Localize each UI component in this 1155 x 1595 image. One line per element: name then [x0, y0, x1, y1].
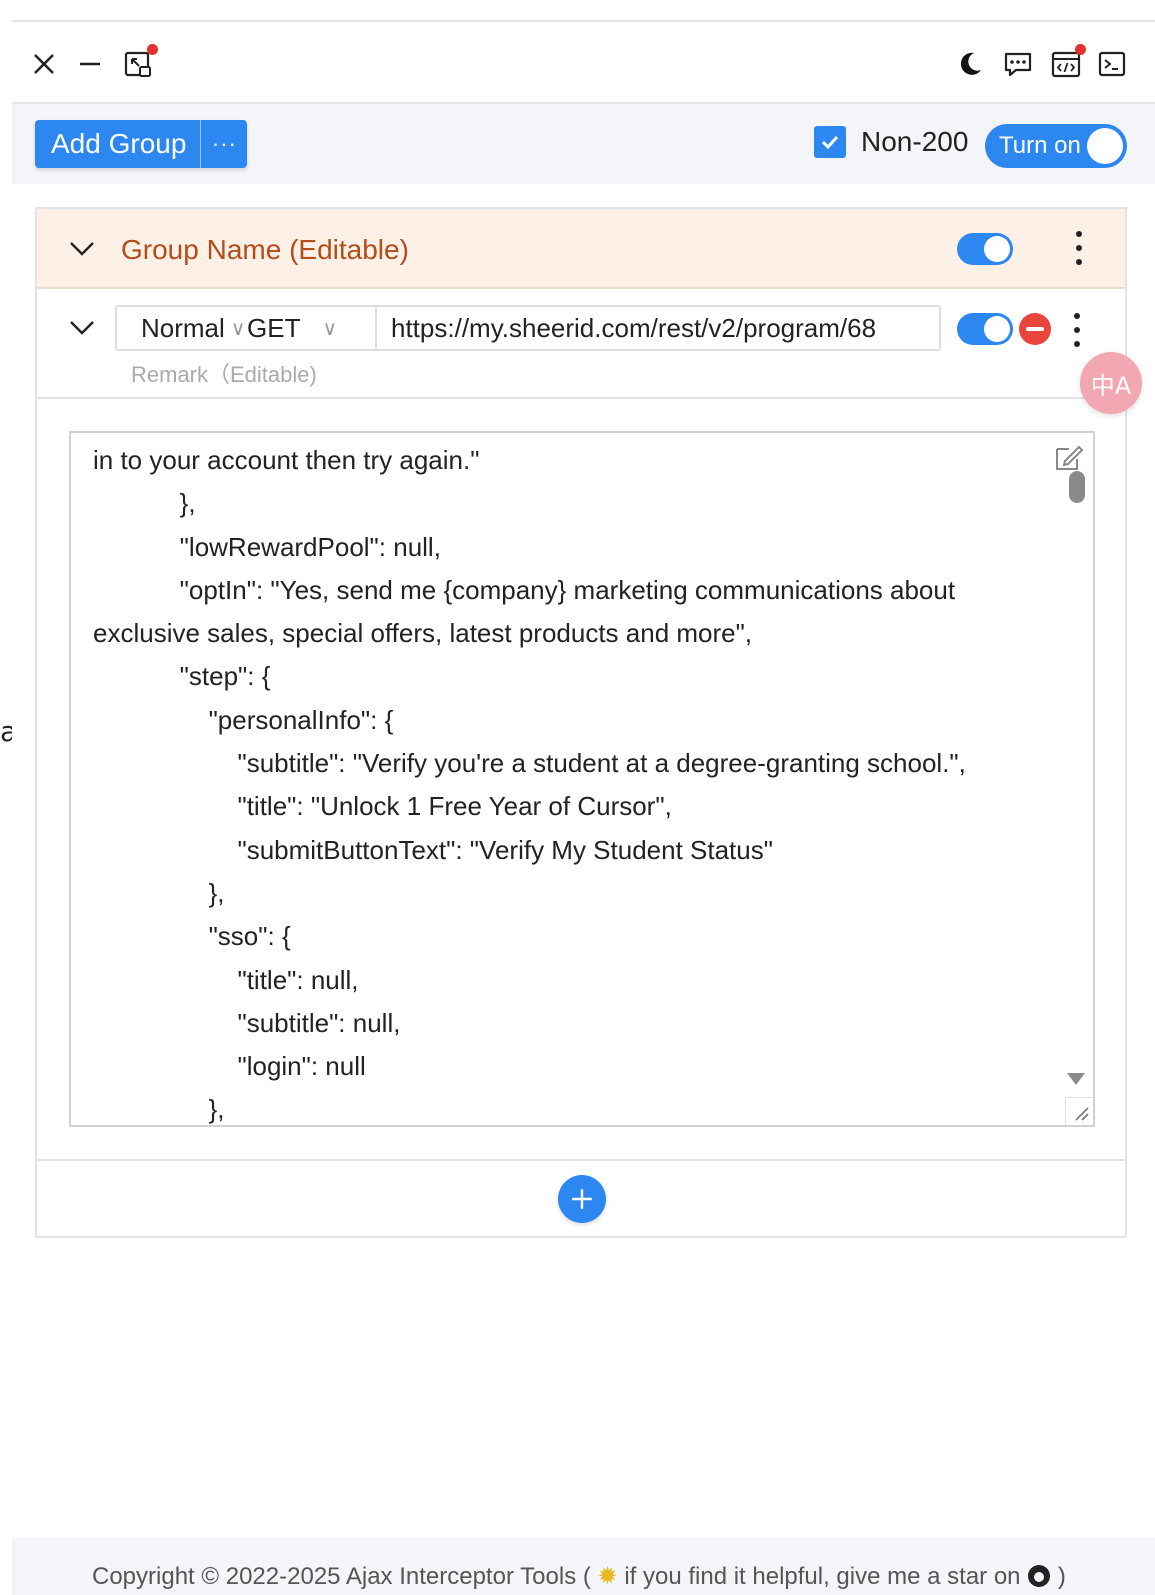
remove-rule-button[interactable] [1019, 313, 1051, 345]
match-type-select[interactable]: Normal ∨ [117, 307, 247, 349]
moon-icon[interactable] [952, 46, 988, 82]
more-options-button[interactable]: ··· [201, 120, 248, 168]
remark-input[interactable]: Remark（Editable) [131, 357, 317, 389]
code-line: }, [93, 877, 225, 908]
url-input[interactable]: https://my.sheerid.com/rest/v2/program/6… [377, 307, 939, 349]
global-toggle-switch[interactable]: Turn on [985, 124, 1127, 168]
code-line: in to your account then try again." [93, 445, 480, 475]
global-toggle-label: Turn on [999, 132, 1081, 159]
plus-icon [572, 1189, 592, 1209]
code-line: "title": "Unlock 1 Free Year of Cursor", [93, 791, 672, 822]
copyright-suffix: if you find it helpful, give me a star o… [624, 1563, 1021, 1590]
terminal-icon[interactable] [1094, 46, 1130, 82]
toggle-knob [1087, 128, 1123, 164]
scroll-down-arrow-icon[interactable] [1067, 1073, 1085, 1085]
match-type-value: Normal [141, 312, 225, 343]
code-line: "submitButtonText": "Verify My Student S… [93, 834, 773, 865]
underlying-page-strip: a [0, 0, 17, 1595]
chevron-down-icon[interactable] [67, 313, 97, 343]
resize-handle-icon[interactable] [1065, 1097, 1093, 1125]
chevron-down-icon[interactable] [67, 234, 97, 264]
rule-row: Normal ∨ GET ∨ https://my.sheerid.com/re… [37, 289, 1125, 399]
code-icon[interactable] [1048, 44, 1086, 82]
method-value: GET [247, 312, 301, 343]
chevron-down-icon: ∨ [230, 317, 246, 340]
sun-icon: ✹ [597, 1563, 618, 1590]
code-line: "lowRewardPool": null, [93, 531, 441, 562]
copyright-end: ) [1057, 1563, 1066, 1590]
restore-icon[interactable] [120, 44, 158, 82]
add-rule-button[interactable] [558, 1175, 606, 1223]
group-card: Group Name (Editable) Normal ∨ GET ∨ htt… [35, 207, 1127, 1238]
code-line: "login": null [93, 1051, 366, 1082]
editor-scrollbar-thumb[interactable] [1069, 471, 1085, 503]
check-icon [821, 135, 839, 150]
add-group-button-group: Add Group ··· [35, 120, 248, 168]
code-line: "subtitle": "Verify you're a student at … [93, 748, 966, 779]
rule-enable-switch[interactable] [957, 313, 1013, 345]
code-line: "optIn": "Yes, send me {company} marketi… [93, 574, 956, 605]
method-select[interactable]: GET ∨ [247, 307, 377, 349]
rule-input-group: Normal ∨ GET ∨ https://my.sheerid.com/re… [115, 305, 941, 351]
non200-label: Non-200 [861, 126, 969, 157]
rule-kebab-icon[interactable] [1073, 313, 1081, 347]
code-line: "step": { [93, 661, 271, 692]
interceptor-panel: Add Group ··· Non-200 Turn on Group Name… [12, 22, 1155, 1595]
copyright-prefix: Copyright © 2022-2025 Ajax Interceptor T… [92, 1563, 591, 1590]
switch-knob [984, 236, 1010, 262]
code-line: "title": null, [93, 964, 359, 995]
group-header[interactable]: Group Name (Editable) [37, 209, 1125, 289]
external-edit-icon[interactable] [1053, 443, 1085, 471]
translate-icon[interactable]: 中A [1080, 352, 1142, 414]
chevron-down-icon: ∨ [322, 317, 338, 340]
group-enable-switch[interactable] [957, 233, 1013, 265]
code-line: "subtitle": null, [93, 1007, 401, 1038]
code-line: exclusive sales, special offers, latest … [93, 618, 753, 649]
non200-checkbox[interactable] [814, 126, 846, 158]
minimize-icon[interactable] [72, 46, 108, 82]
code-line: }, [93, 488, 196, 519]
response-editor-text[interactable]: in to your account then try again." }, "… [93, 439, 1053, 1125]
notification-dot [147, 44, 158, 55]
switch-knob [984, 316, 1010, 342]
copyright-footer: Copyright © 2022-2025 Ajax Interceptor T… [12, 1538, 1155, 1595]
code-line: "sso": { [93, 921, 291, 952]
chat-icon[interactable] [1000, 46, 1036, 82]
code-line: }, [93, 1094, 225, 1125]
group-kebab-icon[interactable] [1075, 231, 1083, 265]
code-line: "personalInfo": { [93, 704, 394, 735]
browser-top-edge [0, 0, 1155, 22]
close-icon[interactable] [26, 46, 62, 82]
add-group-button[interactable]: Add Group [35, 120, 202, 168]
group-card-footer [37, 1159, 1125, 1236]
toolbar: Add Group ··· [12, 104, 1155, 184]
notification-dot [1075, 44, 1086, 55]
response-editor[interactable]: in to your account then try again." }, "… [69, 431, 1095, 1127]
github-icon[interactable] [1027, 1564, 1051, 1588]
group-name[interactable]: Group Name (Editable) [121, 234, 409, 266]
minus-icon [1026, 327, 1044, 331]
title-bar [12, 22, 1155, 104]
